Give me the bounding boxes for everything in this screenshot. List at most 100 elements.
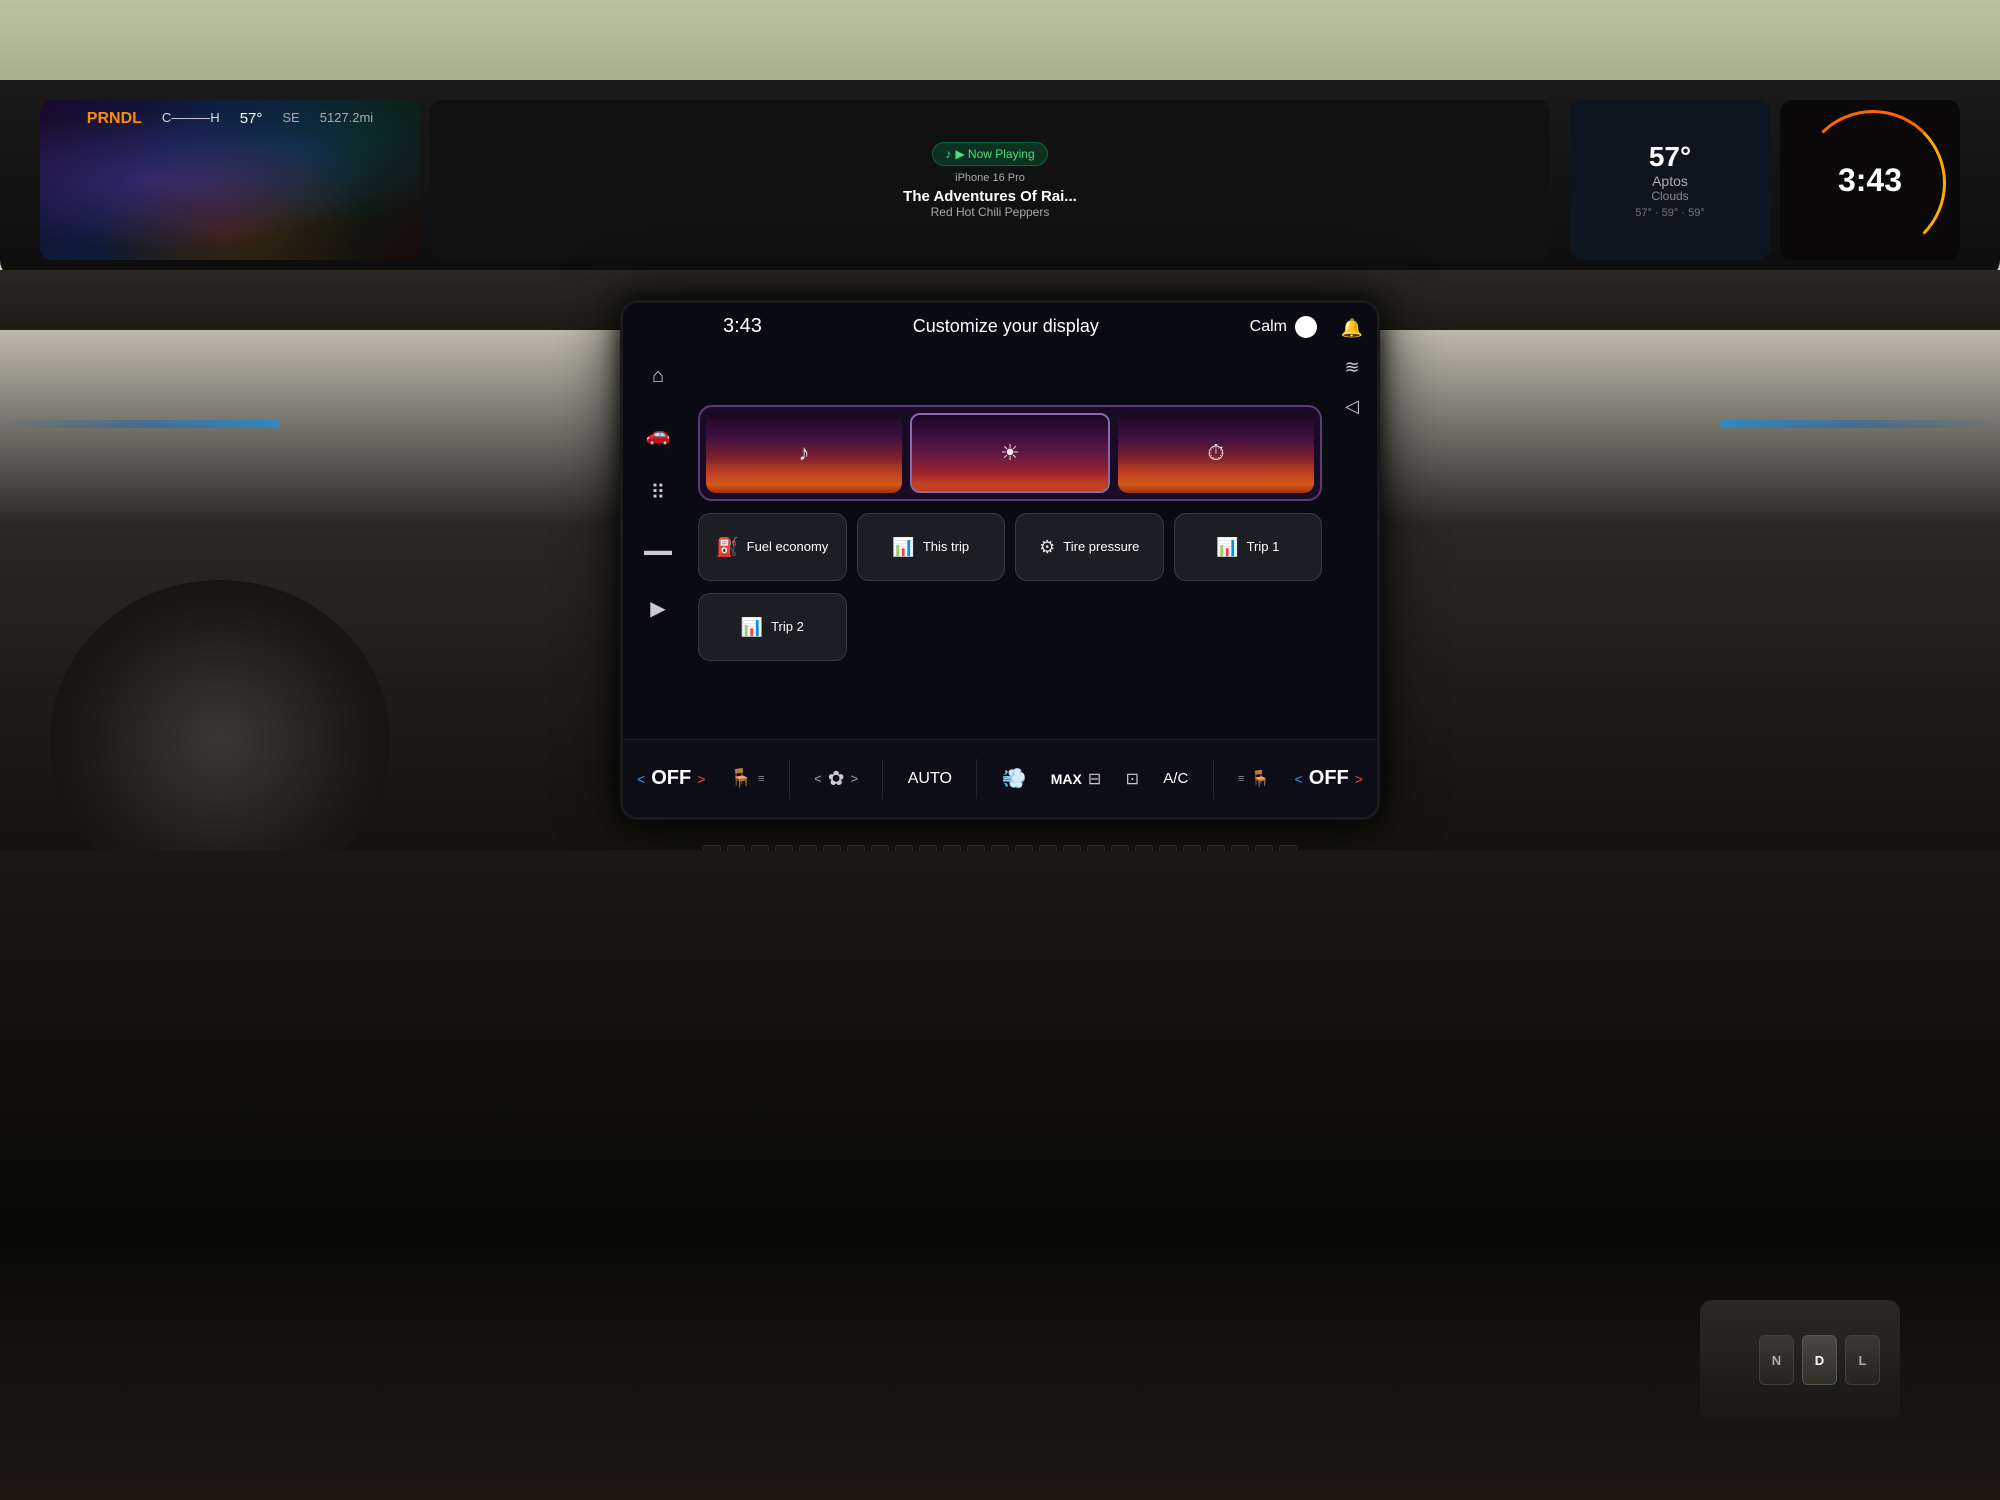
nav-home[interactable]: ⌂: [640, 358, 676, 394]
clock-tile-icon: ⏱: [1207, 440, 1224, 466]
screen-right-nav: 🔔 ≋ ◁: [1327, 303, 1377, 737]
tire-pressure-label: Tire pressure: [1063, 539, 1139, 555]
hvac-defrost-front[interactable]: 💨: [1002, 766, 1027, 791]
weather-tile-icon: ☀: [1000, 440, 1020, 466]
ac-label: A/C: [1163, 770, 1188, 787]
nav-settings[interactable]: ≋: [1344, 357, 1359, 378]
weather-description: Clouds: [1651, 189, 1688, 203]
ambient-light-left: [0, 420, 280, 428]
direction-display: SE: [282, 110, 299, 128]
fuel-economy-label: Fuel economy: [747, 539, 829, 555]
song-title: The Adventures Of Rai...: [903, 188, 1077, 205]
hvac-auto-label: AUTO: [908, 770, 952, 788]
nav-back[interactable]: ◁: [1345, 396, 1359, 417]
clock-panel: 3:43: [1780, 100, 1960, 260]
media-icon: ▬▬: [644, 542, 672, 558]
rear-defrost-icon: ⊡: [1126, 769, 1139, 789]
seat-heat-left-icon: 🪑: [730, 768, 752, 789]
weather-panel: 57° Aptos Clouds 57° · 59° · 59°: [1570, 100, 1770, 260]
hvac-right-off: OFF: [1309, 767, 1349, 790]
defrost-front-icon: 💨: [1002, 766, 1027, 791]
car-icon: 🚗: [646, 422, 671, 447]
gear-key-l[interactable]: L: [1845, 1335, 1880, 1385]
hvac-divider-3: [976, 759, 977, 799]
hvac-bar: < OFF > 🪑 ≡ < ✿ > AUTO: [623, 739, 1377, 817]
widget-fuel-economy[interactable]: ⛽ Fuel economy: [698, 513, 847, 581]
trip1-label: Trip 1: [1247, 539, 1280, 555]
gear-key-d[interactable]: D: [1802, 1335, 1837, 1385]
widget-tire-pressure[interactable]: ⚙ Tire pressure: [1015, 513, 1164, 581]
this-trip-icon: 📊: [892, 537, 914, 558]
widget-row-1: ⛽ Fuel economy 📊 This trip ⚙ Tire pressu…: [698, 513, 1322, 581]
center-screen: 3:43 Customize your display Calm ⌂ 🚗 ⠿ ▬…: [620, 300, 1380, 820]
hvac-seat-heat-left[interactable]: 🪑 ≡: [730, 768, 765, 789]
apps-icon: ⠿: [651, 480, 666, 505]
screen-top-bar: 3:43 Customize your display Calm: [623, 303, 1377, 350]
iphone-label: iPhone 16 Pro: [955, 172, 1025, 184]
trip2-text: Trip 2: [771, 619, 804, 635]
display-tiles-container: ♪ ☀ ⏱: [698, 405, 1322, 501]
calm-toggle-circle[interactable]: [1295, 316, 1317, 338]
hvac-ac[interactable]: A/C: [1163, 770, 1188, 787]
nav-vehicle[interactable]: 🚗: [640, 416, 676, 452]
nav-play[interactable]: ▶: [640, 590, 676, 626]
fuel-icon: ⛽: [716, 537, 738, 558]
hvac-left-arrow-right[interactable]: >: [697, 771, 705, 787]
hvac-right-temp: OFF: [1309, 767, 1349, 790]
seat-heat-right-icon: ≡: [1238, 773, 1244, 785]
calm-toggle[interactable]: Calm: [1250, 316, 1317, 338]
now-playing-badge: ♪ ▶ Now Playing: [932, 142, 1047, 166]
display-tile-weather[interactable]: ☀: [910, 413, 1110, 493]
music-tile-icon: ♪: [799, 440, 810, 466]
nav-notifications[interactable]: 🔔: [1341, 318, 1363, 339]
ambient-light-right: [1720, 420, 2000, 428]
this-trip-text: This trip: [923, 539, 969, 555]
widget-trip-2[interactable]: 📊 Trip 2: [698, 593, 847, 661]
play-icon: ▶: [650, 596, 665, 621]
hvac-right-arrow-right[interactable]: >: [1355, 771, 1363, 787]
max-label: MAX: [1051, 771, 1082, 787]
trip2-label: Trip 2: [771, 619, 804, 635]
hvac-divider-1: [789, 759, 790, 799]
fuel-economy-text: Fuel economy: [747, 539, 829, 555]
fan-arrow-right[interactable]: >: [851, 771, 859, 786]
music-icon: ♪: [945, 147, 951, 161]
instrument-cluster: PRNDL C———H 57° SE 5127.2mi ♪ ▶ Now Play…: [0, 80, 2000, 280]
gear-key-n[interactable]: N: [1759, 1335, 1794, 1385]
hvac-auto-section: AUTO: [908, 770, 952, 788]
screen-title: Customize your display: [913, 316, 1099, 337]
hvac-divider-4: [1213, 759, 1214, 799]
hvac-left-arrow-left[interactable]: <: [637, 771, 645, 787]
hvac-seat-heat-right[interactable]: ≡ 🪑: [1238, 769, 1270, 789]
widget-this-trip[interactable]: 📊 This trip: [857, 513, 1006, 581]
gauge-cluster: PRNDL C———H 57° SE 5127.2mi: [40, 100, 420, 260]
display-tile-clock[interactable]: ⏱: [1118, 413, 1314, 493]
hvac-left-off: OFF: [651, 767, 691, 790]
hvac-fan-section: < ✿ >: [814, 766, 858, 791]
display-tile-music[interactable]: ♪: [706, 413, 902, 493]
hvac-divider-2: [882, 759, 883, 799]
hvac-right-arrow-left[interactable]: <: [1295, 771, 1303, 787]
trip1-icon: 📊: [1216, 537, 1238, 558]
fan-arrow-left[interactable]: <: [814, 771, 822, 786]
tire-pressure-icon: ⚙: [1039, 537, 1055, 558]
hvac-max-defrost[interactable]: MAX ⊟: [1051, 769, 1102, 789]
prndl-display: PRNDL: [87, 110, 142, 128]
fan-icon: ✿: [828, 766, 845, 791]
this-trip-label: This trip: [923, 539, 969, 555]
home-icon: ⌂: [652, 365, 664, 388]
trip1-text: Trip 1: [1247, 539, 1280, 555]
hvac-rear-defrost[interactable]: ⊡: [1126, 769, 1139, 789]
nav-media[interactable]: ▬▬: [640, 532, 676, 568]
weather-temp: 57°: [1649, 141, 1691, 173]
widget-row-2: 📊 Trip 2: [698, 593, 1322, 661]
temp-gauge: C———H: [162, 110, 220, 128]
now-playing-panel: ♪ ▶ Now Playing iPhone 16 Pro The Advent…: [430, 100, 1550, 260]
seat-heat-right-icon2: 🪑: [1250, 769, 1270, 789]
hvac-left-section: < OFF >: [637, 767, 705, 790]
tire-pressure-text: Tire pressure: [1063, 539, 1139, 555]
nav-apps[interactable]: ⠿: [640, 474, 676, 510]
odometer: 5127.2mi: [320, 110, 373, 128]
widget-trip-1[interactable]: 📊 Trip 1: [1174, 513, 1323, 581]
defrost-grid-icon: ⊟: [1088, 769, 1101, 789]
